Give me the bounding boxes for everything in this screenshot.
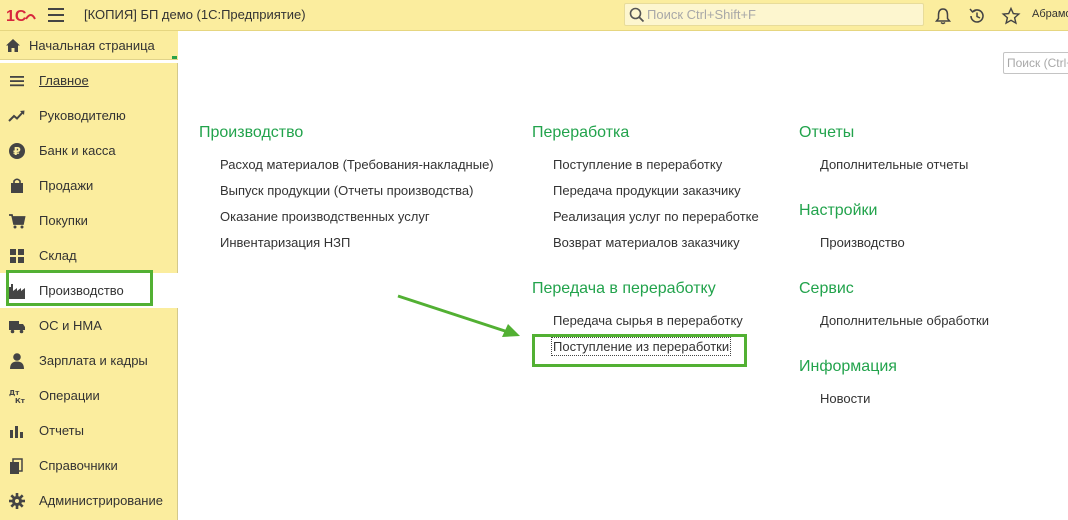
- receipt-highlight-frame: [532, 334, 747, 367]
- sidebar-item-label: Главное: [39, 73, 89, 88]
- annotation-arrow: [397, 294, 520, 337]
- global-search-box[interactable]: [624, 3, 924, 26]
- sidebar-item-bank[interactable]: ₽ Банк и касса: [0, 133, 178, 168]
- sidebar-item-label: Покупки: [39, 213, 88, 228]
- sidebar-item-sales[interactable]: Продажи: [0, 168, 178, 203]
- person-icon: [10, 353, 24, 369]
- section-title-reports: Отчеты: [799, 124, 855, 141]
- truck-icon: [9, 321, 25, 334]
- search-icon: [629, 7, 645, 23]
- sidebar-item-label: Справочники: [39, 458, 118, 473]
- sidebar-item-label: Склад: [39, 248, 77, 263]
- main-content: [178, 34, 1068, 520]
- bag-icon: [11, 178, 23, 193]
- sidebar-item-label: Зарплата и кадры: [39, 353, 148, 368]
- link-additional-reports[interactable]: Дополнительные отчеты: [820, 157, 968, 172]
- active-tab-marker: [172, 56, 177, 59]
- app-title: [КОПИЯ] БП демо (1С:Предприятие): [84, 7, 306, 22]
- link-product-transfer-customer[interactable]: Передача продукции заказчику: [553, 183, 741, 198]
- home-tab-label: Начальная страница: [29, 38, 155, 53]
- 1c-logo: 1С: [6, 8, 36, 24]
- history-icon[interactable]: [967, 6, 987, 26]
- section-title-information: Информация: [799, 358, 897, 375]
- link-material-consumption[interactable]: Расход материалов (Требования-накладные): [220, 157, 494, 172]
- sidebar-item-label: Администрирование: [39, 493, 163, 508]
- sidebar-item-assets[interactable]: ОС и НМА: [0, 308, 178, 343]
- trend-icon: [8, 110, 25, 122]
- link-news[interactable]: Новости: [820, 391, 870, 406]
- link-production-services[interactable]: Оказание производственных услуг: [220, 209, 430, 224]
- sidebar-item-label: ОС и НМА: [39, 318, 102, 333]
- cart-icon: [9, 214, 26, 229]
- section-search-input[interactable]: [1004, 53, 1068, 73]
- section-title-processing: Переработка: [532, 124, 630, 141]
- warehouse-icon: [10, 249, 24, 263]
- gear-icon: [9, 493, 25, 509]
- section-title-transfer-to-processing: Передача в переработку: [532, 280, 716, 297]
- sidebar-item-label: Операции: [39, 388, 100, 403]
- sidebar: Главное Руководителю ₽ Банк и касса Прод…: [0, 63, 178, 520]
- menu-icon[interactable]: [48, 8, 64, 22]
- link-additional-processing[interactable]: Дополнительные обработки: [820, 313, 989, 328]
- section-title-settings: Настройки: [799, 202, 878, 219]
- sidebar-item-main[interactable]: Главное: [0, 63, 178, 98]
- svg-text:1С: 1С: [6, 8, 27, 24]
- link-wip-inventory[interactable]: Инвентаризация НЗП: [220, 235, 350, 250]
- sidebar-item-purchases[interactable]: Покупки: [0, 203, 178, 238]
- global-search-input[interactable]: [647, 6, 917, 23]
- section-title-service: Сервис: [799, 280, 854, 297]
- bell-icon[interactable]: [933, 6, 953, 26]
- sidebar-item-salary[interactable]: Зарплата и кадры: [0, 343, 178, 378]
- link-materials-return-customer[interactable]: Возврат материалов заказчику: [553, 235, 740, 250]
- star-icon[interactable]: [1001, 6, 1021, 26]
- svg-text:₽: ₽: [13, 145, 21, 158]
- title-bar: 1С [КОПИЯ] БП демо (1С:Предприятие) Абра…: [0, 0, 1068, 31]
- menu-lines-icon: [10, 76, 24, 87]
- sidebar-item-reports[interactable]: Отчеты: [0, 413, 178, 448]
- svg-text:Дт: Дт: [9, 389, 20, 397]
- link-processing-services-sale[interactable]: Реализация услуг по переработке: [553, 209, 759, 224]
- sidebar-item-label: Продажи: [39, 178, 94, 193]
- link-raw-material-transfer[interactable]: Передача сырья в переработку: [553, 313, 743, 328]
- link-receipt-to-processing[interactable]: Поступление в переработку: [553, 157, 722, 172]
- dt-kt-icon: Дт Кт: [9, 389, 26, 405]
- sidebar-item-warehouse[interactable]: Склад: [0, 238, 178, 273]
- section-title-production: Производство: [199, 124, 304, 141]
- sidebar-item-admin[interactable]: Администрирование: [0, 483, 178, 518]
- bar-chart-icon: [10, 426, 23, 438]
- home-icon: [6, 39, 20, 52]
- sidebar-item-manager[interactable]: Руководителю: [0, 98, 178, 133]
- section-search-box[interactable]: [1003, 52, 1068, 74]
- user-name[interactable]: Абрамо: [1032, 8, 1068, 20]
- sidebar-item-operations[interactable]: Дт Кт Операции: [0, 378, 178, 413]
- home-tab[interactable]: Начальная страница: [0, 31, 178, 60]
- production-highlight-frame: [6, 270, 153, 306]
- link-product-output[interactable]: Выпуск продукции (Отчеты производства): [220, 183, 473, 198]
- sidebar-item-label: Банк и касса: [39, 143, 116, 158]
- link-production-settings[interactable]: Производство: [820, 235, 905, 250]
- sidebar-item-label: Отчеты: [39, 423, 84, 438]
- ruble-icon: ₽: [9, 143, 25, 159]
- sidebar-item-label: Руководителю: [39, 108, 126, 123]
- sidebar-item-catalogs[interactable]: Справочники: [0, 448, 178, 483]
- svg-text:Кт: Кт: [15, 397, 26, 405]
- books-icon: [10, 458, 23, 474]
